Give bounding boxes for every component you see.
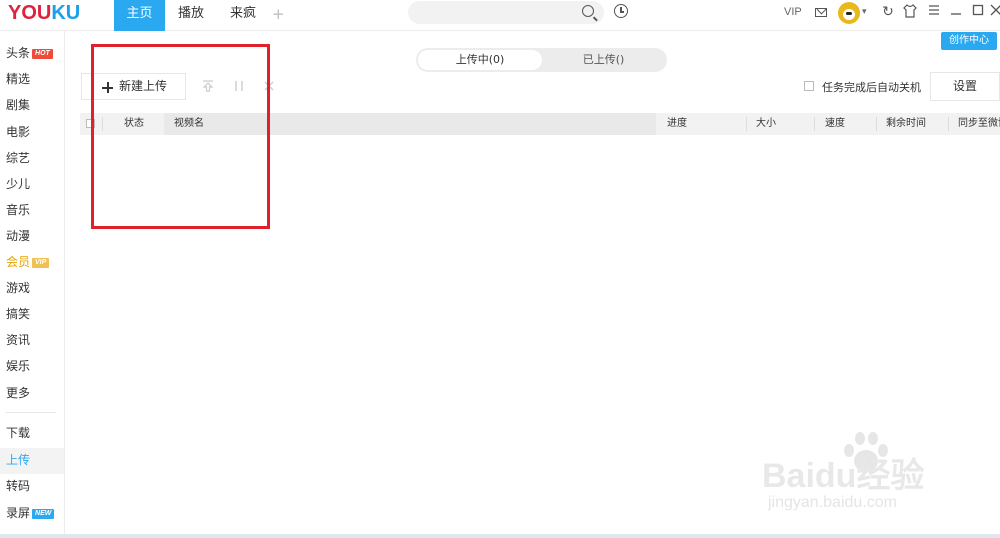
vip-badge: VIP [32,257,50,268]
sidebar-divider [6,412,56,413]
chevron-down-icon[interactable]: ▾ [862,7,867,17]
tab-home[interactable]: 主页 [114,0,165,31]
menu-icon[interactable] [926,4,942,20]
highlight-annotation-box [91,44,270,229]
logo-text-blue: KU [51,2,81,24]
sidebar-item-label: 会员 [6,255,31,269]
add-tab-button[interactable]: + [272,5,285,23]
sidebar-item-entertainment[interactable]: 娱乐 [6,357,30,375]
sidebar-item-news[interactable]: 资讯 [6,331,30,349]
sidebar-item-label: 头条 [6,46,31,60]
sidebar-item-variety[interactable]: 综艺 [6,149,30,167]
creator-center-button[interactable]: 创作中心 [941,32,997,50]
sidebar-item-kids[interactable]: 少儿 [6,175,30,193]
mail-icon[interactable] [815,8,827,17]
sidebar-item-download[interactable]: 下载 [6,424,30,442]
sidebar-item-label: 录屏 [6,506,31,520]
auto-shutdown-label: 任务完成后自动关机 [822,81,921,94]
search-icon[interactable] [582,5,594,17]
sidebar-item-series[interactable]: 剧集 [6,96,30,114]
sidebar-item-games[interactable]: 游戏 [6,279,30,297]
refresh-icon[interactable]: ↻ [880,4,896,20]
maximize-icon[interactable] [970,4,986,20]
sidebar-item-screen-record[interactable]: 录屏 NEW [6,504,55,522]
column-separator [746,117,747,131]
minimize-icon[interactable] [948,4,964,20]
sidebar-item-headlines[interactable]: 头条 HOT [6,44,53,62]
column-separator [948,117,949,131]
upload-status-tabs: 上传中(0) 已上传() [416,48,667,72]
sidebar-item-music[interactable]: 音乐 [6,201,30,219]
search-input[interactable] [408,1,604,24]
sidebar-item-upload[interactable]: 上传 [6,451,30,469]
history-icon[interactable] [614,4,628,18]
tab-laifeng[interactable]: 来疯 [220,0,266,31]
watermark-url: jingyan.baidu.com [768,494,897,511]
sidebar-item-featured[interactable]: 精选 [6,70,30,88]
logo-text-red: YOU [8,2,52,24]
hot-badge: HOT [32,48,53,59]
tab-uploaded[interactable]: 已上传() [542,50,665,70]
column-remaining-time[interactable]: 剩余时间 [886,113,946,135]
auto-shutdown-checkbox[interactable] [804,81,814,91]
close-icon[interactable] [988,4,1000,20]
sidebar-item-funny[interactable]: 搞笑 [6,305,30,323]
sidebar-item-anime[interactable]: 动漫 [6,227,30,245]
taskbar-edge [0,534,1000,538]
watermark-title: Baidu经验 [762,457,925,495]
youku-logo[interactable]: YOUKU [8,2,80,25]
column-size[interactable]: 大小 [756,113,806,135]
column-speed[interactable]: 速度 [825,113,875,135]
sidebar-item-membership[interactable]: 会员 VIP [6,253,50,271]
settings-button[interactable]: 设置 [930,72,1000,101]
sidebar-item-more[interactable]: 更多 [6,384,30,402]
skin-icon[interactable] [902,4,918,22]
sidebar-item-transcode[interactable]: 转码 [6,477,30,495]
baidu-jingyan-watermark: Baidu经验 jingyan.baidu.com [762,430,962,520]
column-separator [814,117,815,131]
column-separator [876,117,877,131]
column-sync-weibo[interactable]: 同步至微博 [958,113,1000,135]
column-progress[interactable]: 进度 [667,113,727,135]
top-bar: YOUKU 主页 播放 来疯 + VIP ▾ ↻ [0,0,1000,31]
sidebar: 头条 HOT 精选 剧集 电影 综艺 少儿 音乐 动漫 会员 VIP 游戏 搞笑 资… [0,31,65,538]
tab-play[interactable]: 播放 [168,0,214,31]
vip-button[interactable]: VIP [784,6,802,18]
sidebar-item-movies[interactable]: 电影 [6,123,30,141]
tab-uploading[interactable]: 上传中(0) [418,50,542,70]
avatar[interactable] [838,2,860,24]
new-badge: NEW [32,508,55,519]
